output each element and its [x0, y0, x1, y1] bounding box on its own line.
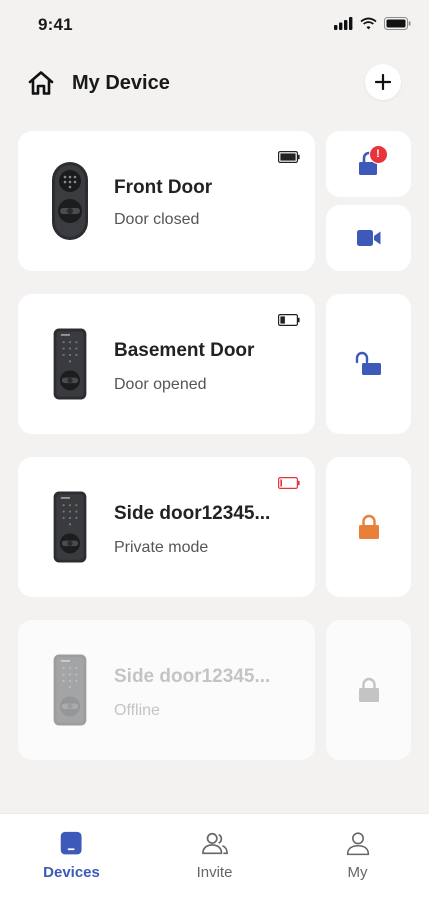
device-card[interactable]: Side door12345... Private mode — [18, 457, 315, 597]
plus-icon — [375, 74, 391, 90]
devices-icon — [60, 831, 82, 855]
device-status: Door opened — [114, 376, 207, 393]
nav-my[interactable]: My — [286, 814, 429, 907]
battery-low-icon — [278, 314, 300, 326]
device-status: Offline — [114, 702, 160, 719]
device-card[interactable]: Front Door Door closed — [18, 131, 315, 271]
video-camera-icon — [356, 230, 380, 246]
status-time: 9:41 — [38, 15, 73, 34]
person-icon — [346, 832, 369, 856]
battery-full-icon — [278, 151, 300, 163]
nav-devices[interactable]: Devices — [0, 814, 143, 907]
smart-lock-image — [53, 328, 87, 400]
people-icon — [201, 832, 228, 855]
nav-label: Devices — [43, 864, 100, 881]
battery-status-icon — [384, 17, 411, 30]
header: My Device — [0, 60, 429, 106]
nav-label: My — [347, 864, 368, 881]
device-name: Front Door — [114, 177, 213, 198]
status-bar: 9:41 — [0, 0, 429, 50]
unlocked-lock-icon — [355, 351, 381, 375]
device-name: Side door12345... — [114, 503, 271, 524]
nav-invite[interactable]: Invite — [143, 814, 286, 907]
add-device-button[interactable] — [365, 64, 401, 100]
device-card[interactable]: Side door12345... Offline — [18, 620, 315, 760]
battery-critical-icon — [278, 477, 300, 489]
offline-lock-button[interactable] — [326, 620, 411, 760]
signal-icon — [334, 17, 353, 30]
page-title: My Device — [72, 72, 170, 94]
device-card[interactable]: Basement Door Door opened — [18, 294, 315, 434]
device-status: Private mode — [114, 539, 209, 556]
status-icons — [334, 17, 411, 30]
bottom-nav: Devices Invite My — [0, 813, 429, 907]
device-row-front-door: Front Door Door closed ! — [18, 131, 411, 271]
unlock-alert-button[interactable]: ! — [326, 131, 411, 197]
device-row-basement-door: Basement Door Door opened — [18, 294, 411, 434]
device-row-side-door-offline: Side door12345... Offline — [18, 620, 411, 760]
device-row-side-door-private: Side door12345... Private mode — [18, 457, 411, 597]
camera-button[interactable] — [326, 205, 411, 271]
unlock-button[interactable] — [326, 294, 411, 434]
smart-lock-image — [53, 654, 87, 726]
locked-lock-icon — [358, 514, 379, 539]
private-lock-button[interactable] — [326, 457, 411, 597]
smart-lock-image — [52, 162, 88, 240]
locked-lock-icon — [358, 677, 379, 702]
home-icon[interactable] — [27, 70, 55, 96]
wifi-icon — [360, 17, 377, 30]
device-name: Side door12345... — [114, 666, 271, 687]
alert-badge: ! — [368, 145, 388, 164]
device-name: Basement Door — [114, 340, 255, 361]
device-status: Door closed — [114, 211, 200, 228]
smart-lock-image — [53, 491, 87, 563]
nav-label: Invite — [196, 864, 233, 881]
